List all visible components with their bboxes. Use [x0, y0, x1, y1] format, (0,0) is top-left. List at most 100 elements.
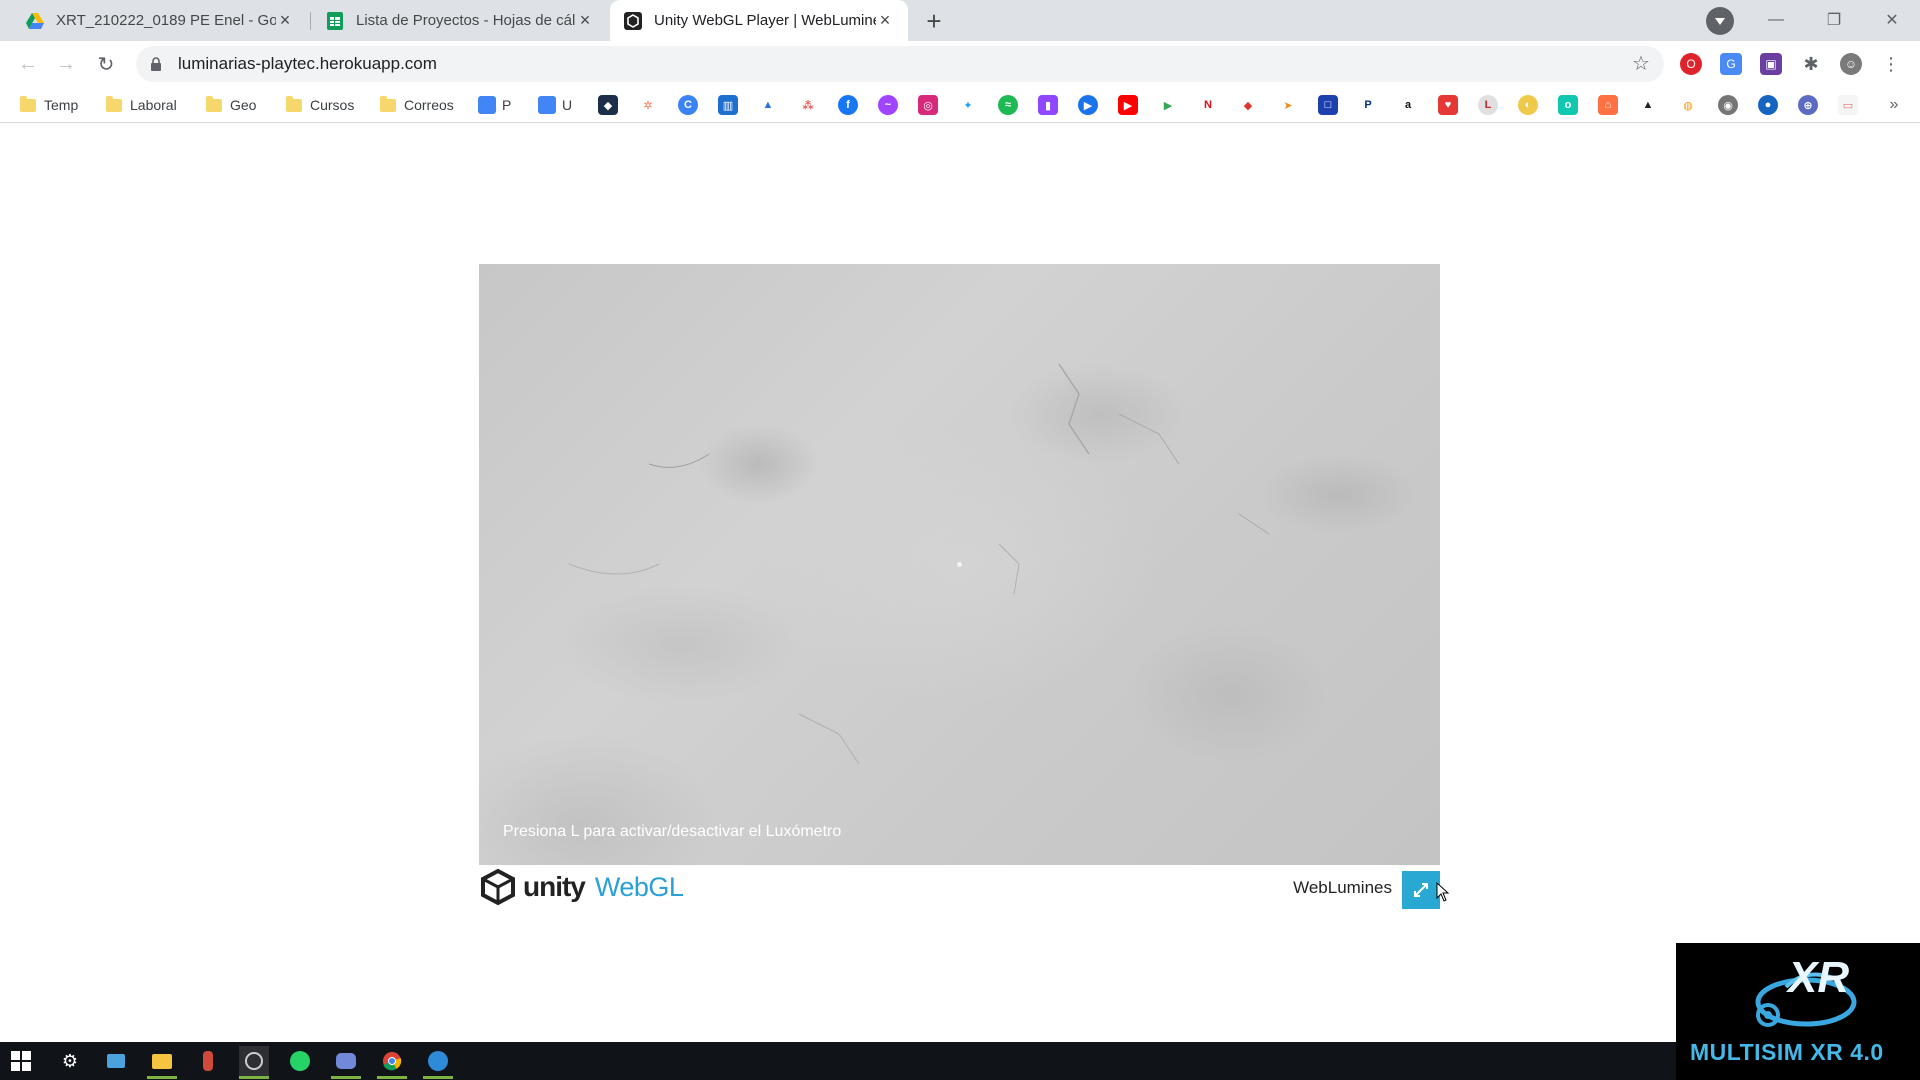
bookmark-cursos[interactable]: Cursos — [286, 93, 354, 117]
bookmark-pocket-icon[interactable]: ♥ — [1438, 95, 1458, 115]
menu-icon[interactable]: ⋮ — [1880, 53, 1902, 75]
bookmark-c-icon[interactable]: C — [678, 95, 698, 115]
bookmark-spotify-icon[interactable]: ≈ — [998, 95, 1018, 115]
unity-hub-icon[interactable] — [239, 1046, 269, 1076]
bookmark-globe-icon[interactable]: ◉ — [1718, 95, 1738, 115]
bookmarks-more-icon[interactable]: » — [1884, 95, 1904, 115]
profile-icon[interactable] — [1706, 7, 1734, 35]
bookmark-geo[interactable]: Geo — [206, 93, 256, 117]
bookmark-laboral[interactable]: Laboral — [106, 93, 177, 117]
bookmark-google-play-icon[interactable]: ▶ — [1158, 95, 1178, 115]
bookmark-label: U — [562, 97, 573, 113]
bookmark-temp[interactable]: Temp — [20, 93, 78, 117]
bookmark-coin-icon[interactable]: ◐ — [1518, 95, 1538, 115]
close-icon[interactable]: × — [576, 10, 594, 30]
tab-drive[interactable]: XRT_210222_0189 PE Enel - Goo × — [12, 0, 308, 41]
bookmark-twitch-icon[interactable]: ▮ — [1038, 95, 1058, 115]
fullscreen-icon — [1414, 883, 1428, 897]
active-indicator — [377, 1076, 407, 1079]
settings-gear-icon[interactable]: ⚙ — [55, 1046, 85, 1076]
unity-wordmark: unity — [523, 871, 586, 902]
bookmark-facebook-icon[interactable]: f — [838, 95, 858, 115]
close-window-button[interactable]: ✕ — [1866, 4, 1918, 36]
bookmark-label: Cursos — [310, 97, 355, 113]
app-gear-icon[interactable] — [423, 1046, 453, 1076]
windows-start-icon[interactable] — [6, 1046, 36, 1076]
bookmark-correos[interactable]: Correos — [380, 93, 454, 117]
minimize-button[interactable]: — — [1750, 4, 1802, 36]
address-bar[interactable]: luminarias-playtec.herokuapp.com ☆ — [136, 46, 1664, 82]
bookmark-play-icon[interactable]: ▶ — [1078, 95, 1098, 115]
crosshair — [957, 562, 962, 567]
bookmark-label: Laboral — [130, 97, 177, 113]
tab-sheets[interactable]: Lista de Proyectos - Hojas de cál × — [312, 0, 608, 41]
bookmark-arrow-icon[interactable]: ➤ — [1278, 95, 1298, 115]
bookmark-label: Temp — [44, 97, 79, 113]
bookmark-ring-icon[interactable]: ◍ — [1678, 95, 1698, 115]
bookmark-mountain-icon[interactable]: ▲ — [1638, 95, 1658, 115]
translate-icon[interactable]: G — [1720, 53, 1742, 75]
url-text: luminarias-playtec.herokuapp.com — [178, 54, 437, 73]
bookmark-u[interactable]: U — [538, 93, 572, 117]
build-title: WebLumines — [1293, 878, 1392, 897]
file-explorer-icon[interactable] — [147, 1046, 177, 1076]
bookmark-trello-icon[interactable]: ▥ — [718, 95, 738, 115]
chrome-icon[interactable] — [377, 1046, 407, 1076]
extension-icon[interactable]: ▣ — [1760, 53, 1782, 75]
reload-button[interactable]: ↻ — [90, 48, 122, 80]
bookmark-twitter-icon[interactable]: ✦ — [958, 95, 978, 115]
luxometer-hint: Presiona L para activar/desactivar el Lu… — [503, 823, 842, 840]
bookmark-house-icon[interactable]: ⌂ — [1598, 95, 1618, 115]
avatar[interactable]: ☺ — [1840, 53, 1862, 75]
bookmark-messenger-icon[interactable]: ~ — [878, 95, 898, 115]
new-tab-button[interactable]: + — [918, 6, 950, 36]
bookmark-card-icon[interactable]: ▭ — [1838, 95, 1858, 115]
back-button[interactable]: ← — [12, 48, 44, 80]
unity-canvas[interactable]: Presiona L para activar/desactivar el Lu… — [479, 264, 1440, 865]
tab-unity[interactable]: Unity WebGL Player | WebLumine × — [610, 0, 908, 41]
bookmark-paypal-icon[interactable]: P — [1358, 95, 1378, 115]
close-icon[interactable]: × — [276, 10, 294, 30]
active-indicator — [331, 1076, 361, 1079]
bookmark-instagram-icon[interactable]: ◎ — [918, 95, 938, 115]
active-indicator — [147, 1076, 177, 1079]
bookmark-shield-icon[interactable]: ◆ — [598, 95, 618, 115]
folder-icon — [20, 95, 36, 112]
app-figure-icon[interactable] — [193, 1046, 223, 1076]
explorer-window-icon[interactable] — [101, 1046, 131, 1076]
bookmark-hubspot-icon[interactable]: ✲ — [638, 95, 658, 115]
whatsapp-icon[interactable] — [285, 1046, 315, 1076]
unity-icon — [624, 11, 642, 30]
bookmark-triangle-icon[interactable]: ▲ — [758, 95, 778, 115]
bookmark-youtube-icon[interactable]: ▶ — [1118, 95, 1138, 115]
star-icon[interactable]: ☆ — [1632, 54, 1652, 74]
folder-icon — [286, 95, 302, 112]
maximize-button[interactable]: ❐ — [1808, 4, 1860, 36]
bookmark-amazon-icon[interactable]: a — [1398, 95, 1418, 115]
bookmark-web-icon[interactable]: ⊕ — [1798, 95, 1818, 115]
tab-title: Unity WebGL Player | WebLumine — [654, 12, 876, 29]
active-indicator — [239, 1076, 269, 1079]
bookmark-cb-icon[interactable]: ● — [1758, 95, 1778, 115]
puzzle-icon[interactable]: ✱ — [1800, 53, 1822, 75]
tab-title: XRT_210222_0189 PE Enel - Goo — [56, 12, 276, 29]
mouse-cursor — [1436, 882, 1450, 902]
opera-icon[interactable]: O — [1680, 53, 1702, 75]
fullscreen-button[interactable] — [1402, 871, 1440, 909]
browser-toolbar: ← → ↻ luminarias-playtec.herokuapp.com ☆… — [0, 41, 1920, 87]
bookmark-p[interactable]: P — [478, 93, 511, 117]
bookmark-asana-icon[interactable]: ⁂ — [798, 95, 818, 115]
bookmark-lang-icon[interactable]: L — [1478, 95, 1498, 115]
screen: { "browser": { "tabs": [ {"title": "XRT_… — [0, 0, 1920, 1080]
unity-logo-icon — [481, 868, 515, 906]
forward-button[interactable]: → — [50, 48, 82, 80]
multisim-logo-overlay: XR MULTISIM XR 4.0 — [1676, 943, 1920, 1080]
bookmark-netflix-icon[interactable]: N — [1198, 95, 1218, 115]
tab-strip: XRT_210222_0189 PE Enel - Goo × Lista de… — [0, 0, 1920, 41]
discord-icon[interactable] — [331, 1046, 361, 1076]
close-icon[interactable]: × — [876, 10, 894, 30]
bookmark-olx-icon[interactable]: o — [1558, 95, 1578, 115]
bookmark-square-icon[interactable]: □ — [1318, 95, 1338, 115]
bookmark-diamond-icon[interactable]: ◆ — [1238, 95, 1258, 115]
unity-footer: unity WebGL WebLumines — [479, 866, 1440, 909]
